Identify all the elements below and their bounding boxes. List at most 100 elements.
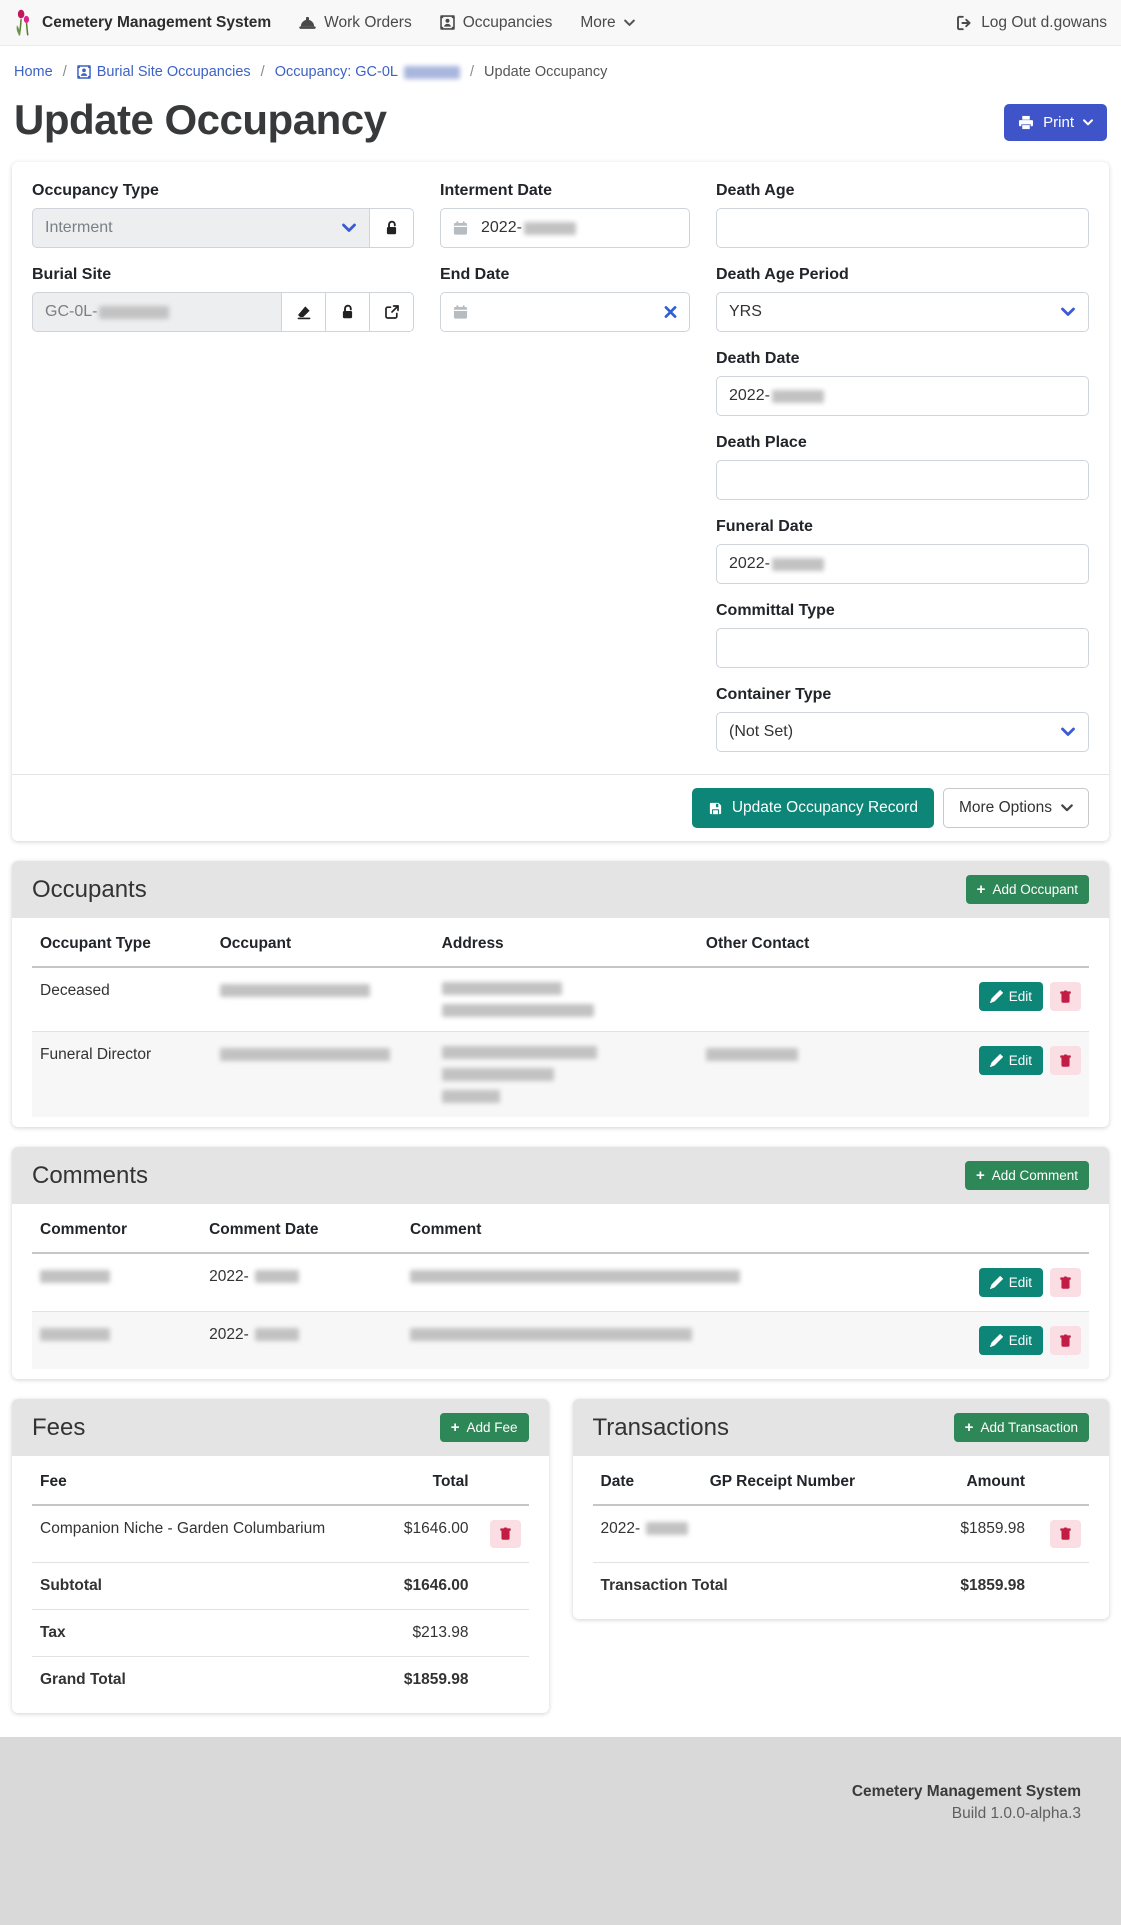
committal-type-input[interactable] <box>716 628 1089 668</box>
death-date-input[interactable]: 2022- <box>716 376 1089 416</box>
update-occupancy-record-button[interactable]: Update Occupancy Record <box>692 788 934 828</box>
empty-cell <box>477 1563 529 1610</box>
container-type-select[interactable]: (Not Set) <box>716 712 1089 752</box>
comment-cell <box>402 1312 931 1370</box>
death-age-period-label: Death Age Period <box>716 266 1089 284</box>
tulip-logo-icon <box>14 8 33 38</box>
add-transaction-button[interactable]: + Add Transaction <box>954 1413 1089 1442</box>
chevron-down-icon <box>624 19 635 27</box>
actions-cell: Edit <box>930 1253 1089 1312</box>
breadcrumb-separator: / <box>63 64 67 80</box>
funeral-date-field: Funeral Date 2022- <box>716 518 1089 584</box>
delete-occupant-button[interactable] <box>1050 1046 1081 1075</box>
actions-cell: Edit <box>930 1312 1089 1370</box>
end-date-input[interactable] <box>440 292 690 332</box>
occupant-cell <box>212 967 434 1032</box>
redacted-text <box>40 1270 110 1283</box>
redacted-text <box>442 1046 597 1059</box>
comment-date-cell: 2022- <box>201 1253 402 1312</box>
redacted-text <box>255 1270 299 1283</box>
occupancy-type-select[interactable]: Interment <box>32 208 370 248</box>
occupancy-type-unlock-button[interactable] <box>370 208 414 248</box>
breadcrumb-occupancy[interactable]: Occupancy: GC-0L <box>275 64 460 80</box>
death-date-value-prefix: 2022- <box>729 387 770 405</box>
subtotal-value: $1646.00 <box>367 1563 477 1610</box>
table-row: Companion Niche - Garden Columbarium $16… <box>32 1505 529 1563</box>
add-fee-button[interactable]: + Add Fee <box>440 1413 529 1442</box>
committal-type-label: Committal Type <box>716 602 1089 620</box>
delete-comment-button[interactable] <box>1050 1268 1081 1297</box>
top-navbar: Cemetery Management System Work Orders O… <box>0 0 1121 46</box>
subtotal-label: Subtotal <box>32 1563 367 1610</box>
nav-item-more[interactable]: More <box>580 14 634 32</box>
death-age-period-value: YRS <box>729 303 762 321</box>
col-other-contact: Other Contact <box>698 922 931 967</box>
end-date-clear-button[interactable] <box>664 306 677 319</box>
funeral-date-input[interactable]: 2022- <box>716 544 1089 584</box>
nav-item-work-orders[interactable]: Work Orders <box>299 14 412 32</box>
col-total: Total <box>367 1460 477 1505</box>
form-column-1: Occupancy Type Interment <box>32 182 414 350</box>
plus-icon: + <box>451 1420 460 1435</box>
chevron-down-icon <box>342 224 356 233</box>
delete-occupant-button[interactable] <box>1050 982 1081 1011</box>
edit-comment-button[interactable]: Edit <box>979 1268 1043 1297</box>
pencil-icon <box>990 1334 1003 1347</box>
fees-header: Fees + Add Fee <box>12 1399 549 1456</box>
death-age-period-select[interactable]: YRS <box>716 292 1089 332</box>
occupants-header-row: Occupant Type Occupant Address Other Con… <box>32 922 1089 967</box>
burial-site-open-link-button[interactable] <box>370 292 414 332</box>
trash-icon <box>499 1527 512 1541</box>
comments-header-row: Commentor Comment Date Comment <box>32 1208 1089 1253</box>
nav-item-occupancies-label: Occupancies <box>463 14 553 32</box>
transaction-date-cell: 2022- <box>593 1505 702 1563</box>
delete-comment-button[interactable] <box>1050 1326 1081 1355</box>
death-date-label: Death Date <box>716 350 1089 368</box>
redacted-text <box>442 1068 554 1081</box>
form-footer: Update Occupancy Record More Options <box>12 774 1109 841</box>
edit-occupant-button[interactable]: Edit <box>979 982 1043 1011</box>
transaction-total-label: Transaction Total <box>593 1563 924 1610</box>
grand-total-label: Grand Total <box>32 1657 367 1704</box>
burial-site-label: Burial Site <box>32 266 414 284</box>
actions-cell <box>477 1505 529 1563</box>
breadcrumb-home[interactable]: Home <box>14 64 53 80</box>
actions-cell <box>1033 1505 1089 1563</box>
burial-site-unlock-button[interactable] <box>326 292 370 332</box>
redacted-text <box>706 1048 798 1061</box>
burial-site-clear-button[interactable] <box>282 292 326 332</box>
trash-icon <box>1059 990 1072 1004</box>
add-occupant-button[interactable]: + Add Occupant <box>966 875 1089 904</box>
app-brand[interactable]: Cemetery Management System <box>14 8 271 38</box>
more-options-button[interactable]: More Options <box>943 788 1089 828</box>
interment-date-input[interactable]: 2022- <box>440 208 690 248</box>
comments-header: Comments + Add Comment <box>12 1147 1109 1204</box>
death-date-field: Death Date 2022- <box>716 350 1089 416</box>
col-amount: Amount <box>924 1460 1033 1505</box>
death-age-input[interactable] <box>716 208 1089 248</box>
print-button[interactable]: Print <box>1004 104 1107 141</box>
breadcrumb-burial-site-occupancies[interactable]: Burial Site Occupancies <box>77 64 251 80</box>
delete-transaction-button[interactable] <box>1050 1520 1081 1548</box>
burial-site-input[interactable]: GC-0L- <box>32 292 282 332</box>
logout-link[interactable]: Log Out d.gowans <box>956 14 1107 32</box>
footer-app-name: Cemetery Management System <box>40 1783 1081 1801</box>
pencil-icon <box>990 1276 1003 1289</box>
add-comment-button[interactable]: + Add Comment <box>965 1161 1089 1190</box>
occupants-header: Occupants + Add Occupant <box>12 861 1109 918</box>
more-options-label: More Options <box>959 799 1052 817</box>
interment-date-label: Interment Date <box>440 182 690 200</box>
edit-comment-button[interactable]: Edit <box>979 1326 1043 1355</box>
occupants-body: Occupant Type Occupant Address Other Con… <box>12 918 1109 1127</box>
edit-occupant-button[interactable]: Edit <box>979 1046 1043 1075</box>
burial-site-field: Burial Site GC-0L- <box>32 266 414 332</box>
col-fee: Fee <box>32 1460 367 1505</box>
death-place-input[interactable] <box>716 460 1089 500</box>
col-comment-date: Comment Date <box>201 1208 402 1253</box>
occupant-cell <box>212 1032 434 1118</box>
pencil-icon <box>990 990 1003 1003</box>
delete-fee-button[interactable] <box>490 1520 521 1548</box>
tax-value: $213.98 <box>367 1610 477 1657</box>
nav-item-occupancies[interactable]: Occupancies <box>440 14 553 32</box>
nav-item-work-orders-label: Work Orders <box>324 14 412 32</box>
